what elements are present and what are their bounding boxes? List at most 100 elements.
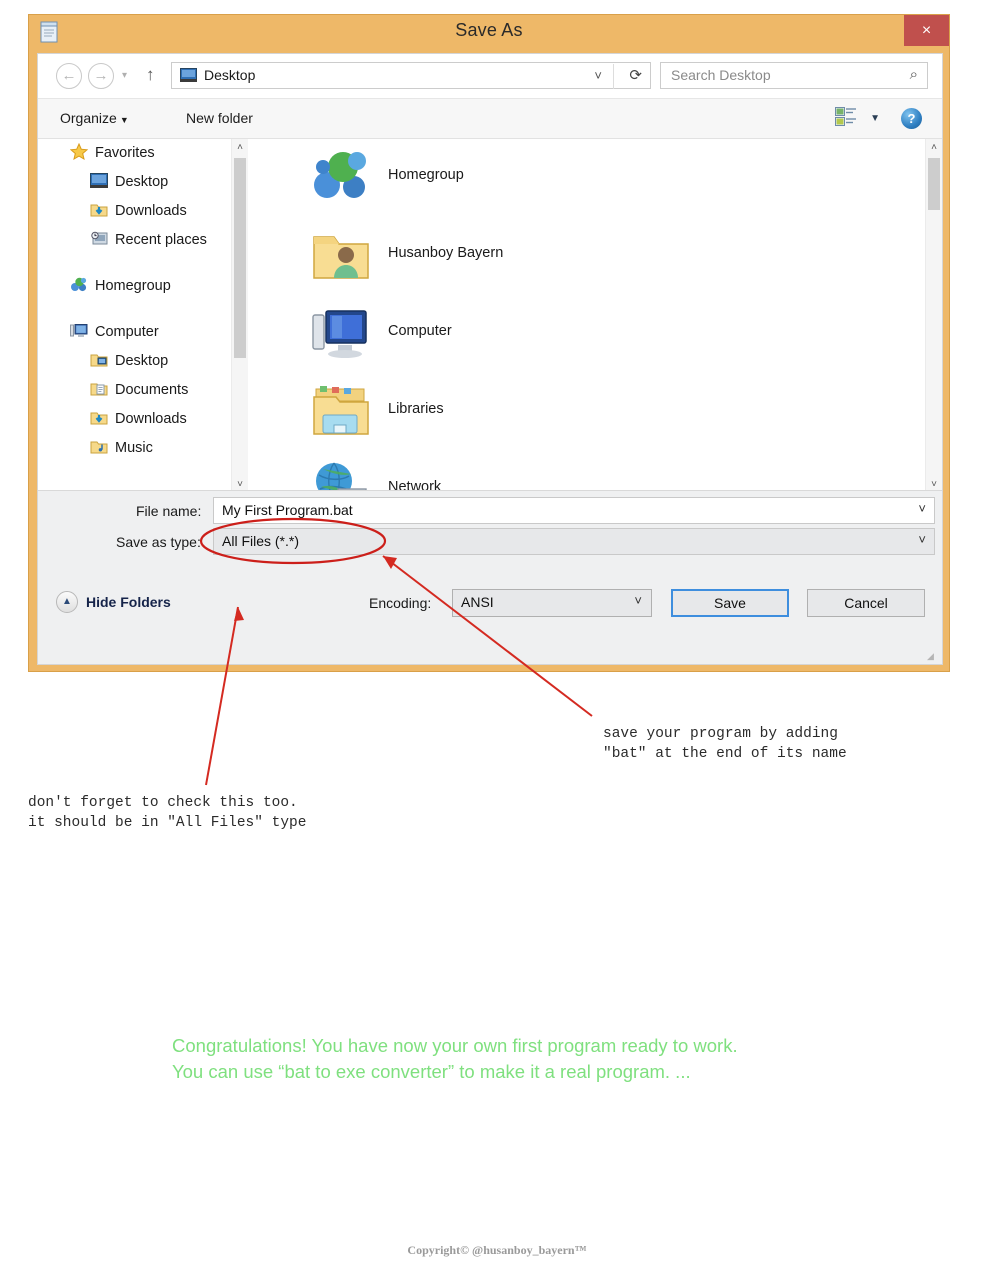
sidebar-item-downloads[interactable]: Downloads (38, 197, 231, 226)
hide-folders-label: Hide Folders (86, 594, 171, 610)
downloads-icon (90, 200, 108, 217)
window-title: Save As (455, 20, 523, 40)
chevron-down-icon: ˅ (918, 532, 926, 547)
title-bar: Save As × (29, 15, 949, 49)
list-item[interactable]: Libraries (248, 373, 925, 451)
chevron-down-icon: ˅ (634, 593, 642, 608)
collapse-up-icon: ▲ (56, 591, 78, 613)
congratulations-message: Congratulations! You have now your own f… (172, 1035, 738, 1082)
homegroup-icon (314, 152, 366, 198)
help-icon[interactable]: ? (901, 108, 922, 129)
user-folder-icon (313, 236, 369, 279)
save-as-type-label: Save as type: (116, 534, 201, 550)
dialog-client-area: ← → ▾ ↑ Desktop ˅ ⟳ Search Desktop ⌕ Org… (37, 53, 943, 665)
sidebar-item-computer-desktop[interactable]: Desktop (38, 347, 231, 376)
search-placeholder: Search Desktop (671, 67, 771, 83)
list-item[interactable]: Computer (248, 295, 925, 373)
desktop-icon (180, 68, 197, 82)
scroll-up-icon[interactable]: ˄ (926, 139, 942, 156)
organize-button[interactable]: Organize ▼ (60, 110, 129, 126)
sidebar-item-favorites[interactable]: Favorites (38, 139, 231, 168)
address-separator (613, 64, 614, 89)
sidebar-label: Favorites (95, 145, 155, 161)
sidebar-item-computer-downloads[interactable]: Downloads (38, 405, 231, 434)
file-name-value: My First Program.bat (222, 502, 353, 518)
recent-places-icon (90, 229, 108, 245)
sidebar-item-desktop[interactable]: Desktop (38, 168, 231, 197)
sidebar-label: Downloads (115, 203, 187, 219)
file-list-scrollbar[interactable]: ˄ ˅ (925, 139, 942, 493)
music-icon (90, 437, 108, 454)
save-form: File name: My First Program.bat ˅ Save a… (38, 490, 942, 664)
annotation-bat-note: save your program by adding "bat" at the… (603, 726, 847, 762)
address-bar[interactable]: Desktop ˅ ⟳ (171, 62, 651, 89)
organize-label: Organize (60, 110, 117, 126)
back-icon[interactable]: ← (56, 63, 82, 89)
new-folder-button[interactable]: New folder (186, 110, 253, 126)
sidebar-label: Downloads (115, 411, 187, 427)
address-chevron-down-icon[interactable]: ˅ (588, 66, 608, 85)
up-arrow-icon[interactable]: ↑ (146, 65, 155, 85)
search-input[interactable]: Search Desktop ⌕ (660, 62, 928, 89)
annotation-type-note: don't forget to check this too. it shoul… (28, 795, 307, 831)
sidebar-label: Music (115, 440, 153, 456)
forward-icon[interactable]: → (88, 63, 114, 89)
file-name-label: File name: (136, 503, 202, 519)
sidebar-item-music[interactable]: Music (38, 434, 231, 463)
encoding-value: ANSI (461, 594, 494, 610)
libraries-icon (313, 386, 369, 435)
chevron-down-icon: ▼ (119, 115, 129, 125)
browser-panes: Favorites Desktop Downloads Recent place… (38, 139, 942, 493)
computer-icon (70, 321, 88, 337)
scrollbar-thumb[interactable] (234, 158, 246, 358)
save-button[interactable]: Save (671, 589, 789, 617)
downloads-icon (90, 408, 108, 425)
sidebar-label: Homegroup (95, 278, 171, 294)
file-name-input[interactable]: My First Program.bat ˅ (213, 497, 935, 524)
list-item[interactable]: Network (248, 451, 925, 493)
sidebar-item-homegroup[interactable]: Homegroup (38, 272, 231, 301)
view-mode-icon[interactable] (835, 107, 857, 127)
sidebar-label: Desktop (115, 174, 169, 190)
sidebar-label: Computer (95, 324, 159, 340)
sidebar-label: Desktop (115, 353, 169, 369)
desktop-folder-icon (90, 350, 108, 367)
list-item[interactable]: Homegroup (248, 139, 925, 217)
close-icon[interactable]: × (904, 15, 949, 46)
sidebar-label: Recent places (115, 232, 207, 248)
star-icon (69, 142, 89, 161)
sidebar-scrollbar[interactable]: ˄ ˅ (231, 139, 248, 493)
scroll-up-icon[interactable]: ˄ (232, 139, 248, 156)
footer-copyright: Copyright© @husanboy_bayern™ (407, 1243, 587, 1257)
scrollbar-thumb[interactable] (928, 158, 940, 210)
save-as-type-select[interactable]: All Files (*.*) ˅ (213, 528, 935, 555)
resize-grip[interactable]: ◢ (927, 650, 939, 662)
computer-icon (312, 310, 367, 358)
sidebar-item-documents[interactable]: Documents (38, 376, 231, 405)
cancel-button[interactable]: Cancel (807, 589, 925, 617)
list-item-label: Homegroup (388, 167, 464, 183)
network-icon (316, 462, 367, 493)
toolbar: Organize ▼ New folder ▼ ? (38, 99, 942, 139)
desktop-icon (90, 171, 108, 188)
history-dropdown-icon[interactable]: ▾ (122, 70, 127, 81)
file-list-pane: Homegroup Husanboy Bayern Computer Libra… (248, 139, 925, 493)
sidebar-label: Documents (115, 382, 189, 398)
refresh-icon[interactable]: ⟳ (629, 66, 642, 84)
list-item-label: Libraries (388, 401, 444, 417)
chevron-down-icon[interactable]: ˅ (918, 501, 926, 516)
view-mode-chevron-down-icon[interactable]: ▼ (870, 113, 880, 124)
encoding-label: Encoding: (369, 595, 432, 611)
list-item-label: Computer (388, 323, 452, 339)
sidebar-item-computer[interactable]: Computer (38, 318, 231, 347)
navigation-bar: ← → ▾ ↑ Desktop ˅ ⟳ Search Desktop ⌕ (38, 54, 942, 99)
list-item-label: Husanboy Bayern (388, 245, 504, 261)
encoding-select[interactable]: ANSI ˅ (452, 589, 652, 617)
navigation-sidebar: Favorites Desktop Downloads Recent place… (38, 139, 231, 493)
homegroup-icon (70, 275, 88, 292)
documents-icon (90, 379, 108, 396)
list-item[interactable]: Husanboy Bayern (248, 217, 925, 295)
sidebar-item-recent-places[interactable]: Recent places (38, 226, 231, 255)
